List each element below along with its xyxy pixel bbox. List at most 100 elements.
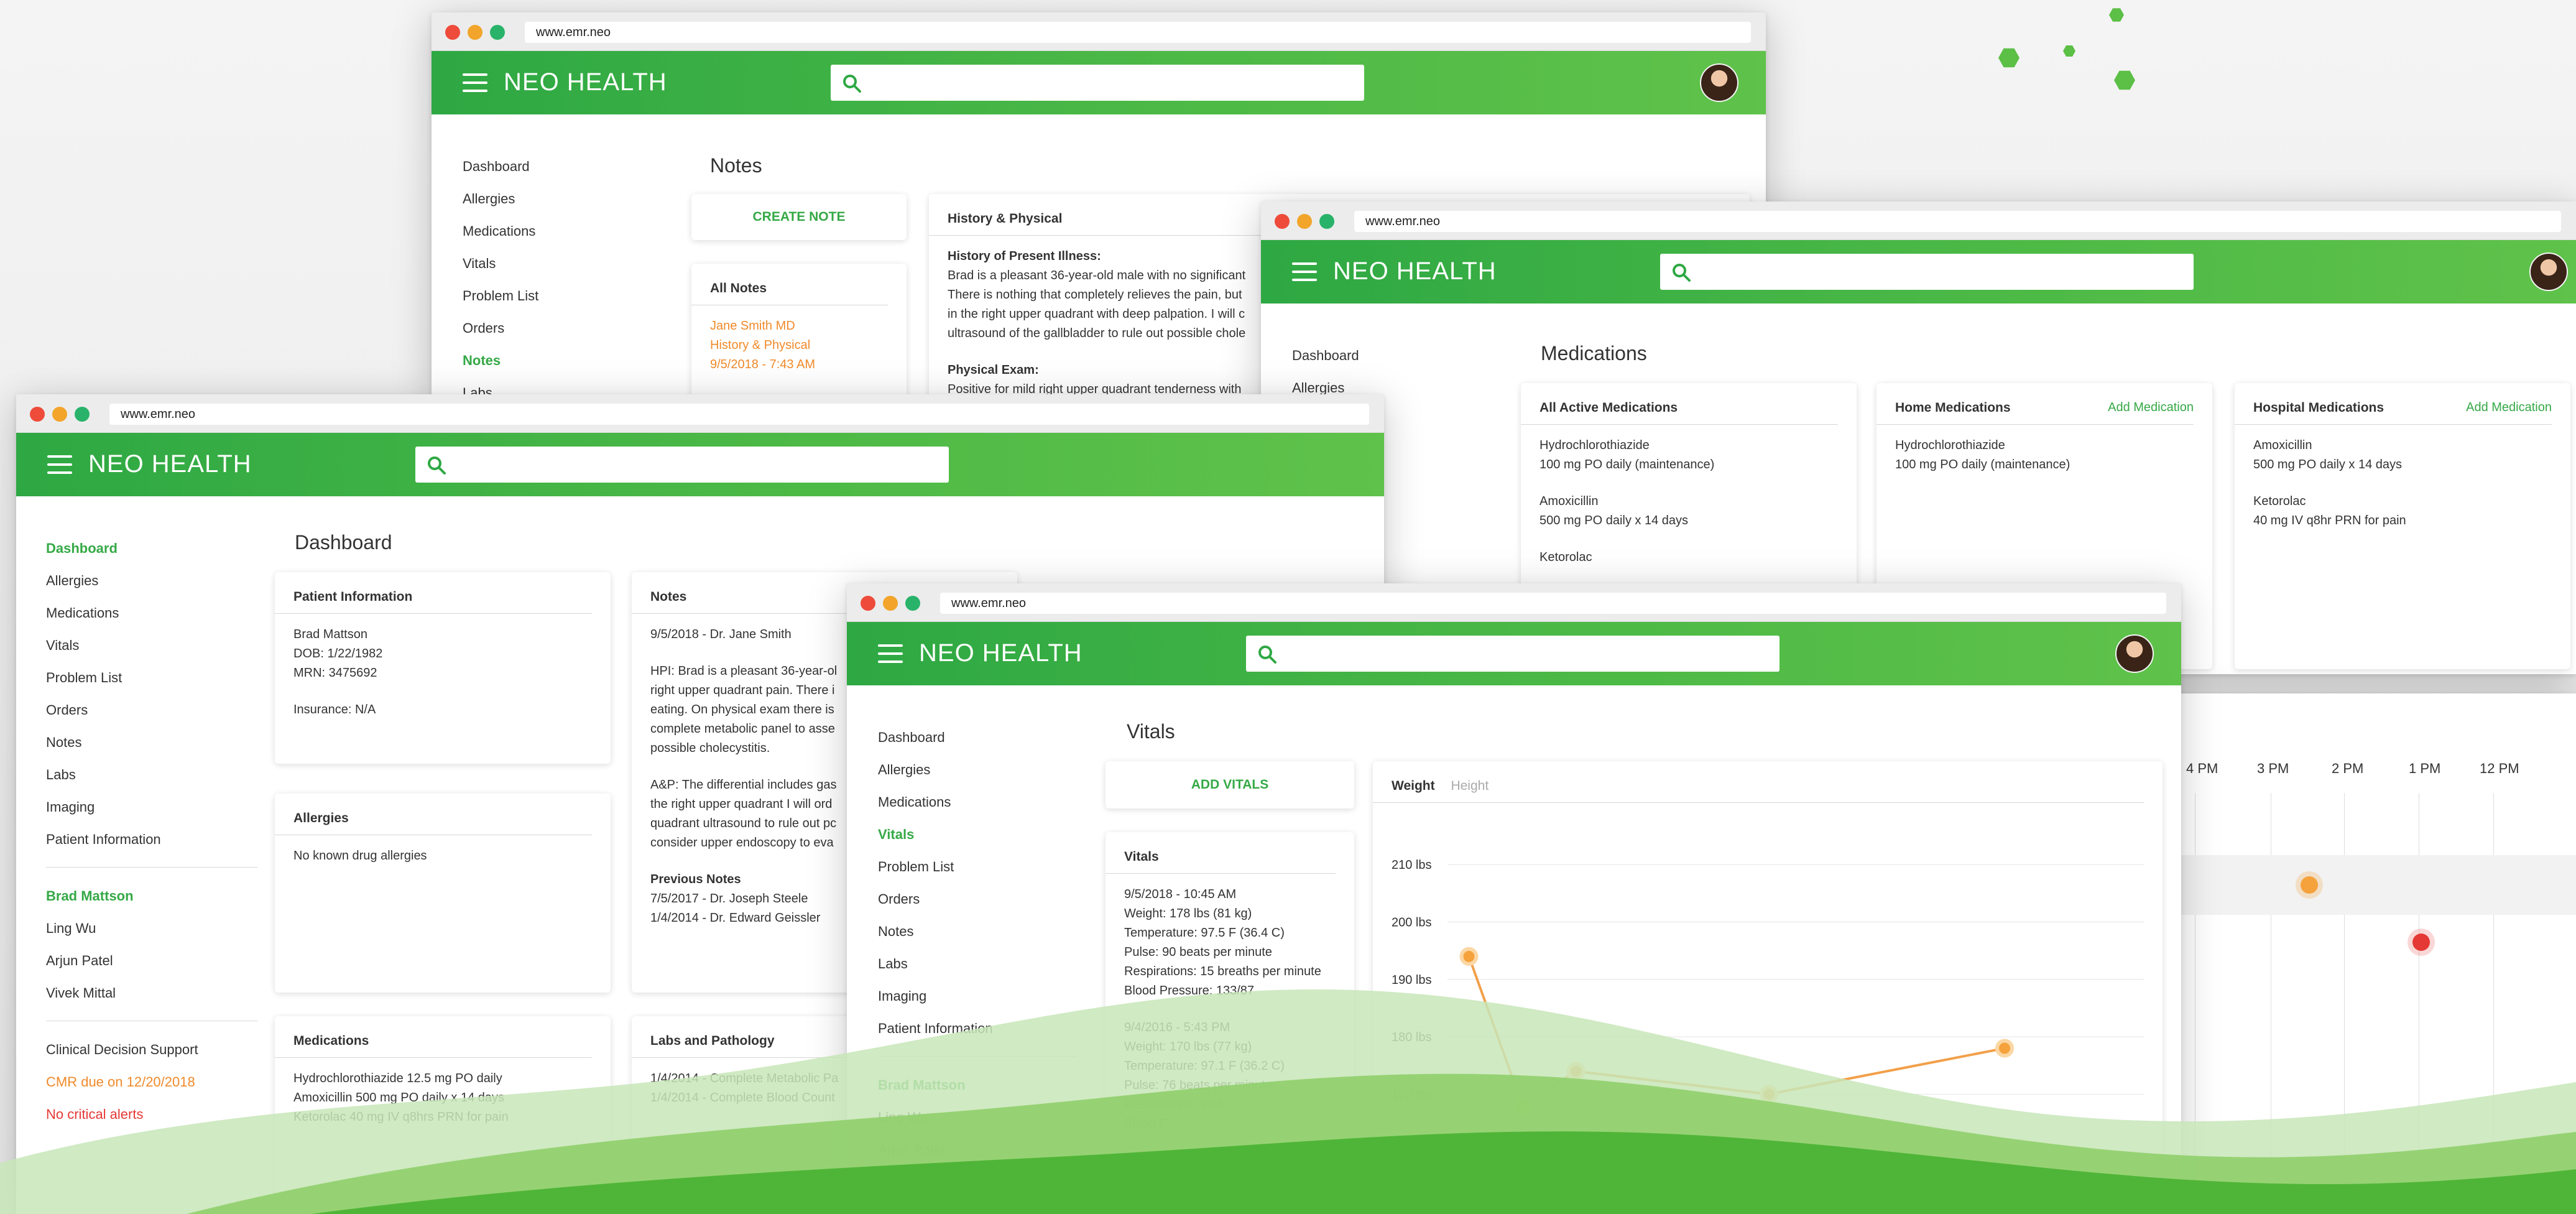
hamburger-menu-icon[interactable] [463,73,487,92]
note-list-item[interactable]: Jane Smith MD History & Physical 9/5/201… [691,305,907,386]
search-input[interactable] [1660,254,2194,290]
close-window-dot[interactable] [445,25,460,40]
close-window-dot[interactable] [30,407,45,422]
sidebar-item-patient-information[interactable]: Patient Information [878,1012,1089,1045]
add-medication-link[interactable]: Add Medication [2108,401,2194,415]
sidebar-item-orders[interactable]: Orders [463,312,674,345]
tab-weight[interactable]: Weight [1392,779,1435,793]
sidebar-item-medications[interactable]: Medications [46,597,257,629]
sidebar-item-notes[interactable]: Notes [878,915,1089,948]
brand-logo: NEO HEALTH [919,639,1083,667]
y-tick-label: 190 lbs [1392,973,1432,987]
card-title: Medications [275,1016,592,1058]
maximize-window-dot[interactable] [75,407,90,422]
maximize-window-dot[interactable] [1319,214,1334,229]
clinical-decision-support-label[interactable]: Clinical Decision Support [46,1034,257,1066]
search-input[interactable] [831,65,1364,101]
sidebar-item-patient-information[interactable]: Patient Information [46,823,257,856]
search-input[interactable] [1246,636,1780,672]
minimize-window-dot[interactable] [1297,214,1312,229]
weight-chart-card: Weight Height 210 lbs 200 lbs 190 lbs 180 l… [1373,761,2163,1214]
sidebar-item-orders[interactable]: Orders [878,883,1089,915]
search-icon [1673,264,1691,282]
minimize-window-dot[interactable] [52,407,67,422]
add-medication-link[interactable]: Add Medication [2466,401,2552,415]
weight-series-line [1467,956,2005,1108]
patient-item-brad-mattson[interactable]: Brad Mattson [878,1069,1089,1101]
patient-item-vivek-mittal[interactable]: Vivek Mittal [878,1166,1089,1198]
note-date: 9/5/2018 - 7:43 AM [710,358,816,371]
patient-item-arjun-patel[interactable]: Arjun Patel [878,1134,1089,1166]
search-input[interactable] [415,447,949,483]
patient-item-ling-wu[interactable]: Ling Wu [46,912,257,945]
hamburger-menu-icon[interactable] [1292,262,1317,281]
hospital-medications-card: Hospital Medications Add Medication Amox… [2235,383,2570,669]
brand-logo: NEO HEALTH [1333,257,1497,285]
patient-item-brad-mattson[interactable]: Brad Mattson [46,880,257,912]
search-icon [1258,646,1276,664]
allergies-text: No known drug allergies [293,849,427,863]
sidebar-item-labs[interactable]: Labs [878,948,1089,980]
sidebar-item-notes[interactable]: Notes [463,345,674,377]
sidebar-item-orders[interactable]: Orders [46,694,257,726]
address-bar[interactable]: www.emr.neo [525,22,1751,43]
card-title: All Active Medications [1521,383,1838,425]
sidebar-item-dashboard[interactable]: Dashboard [878,721,1089,754]
sidebar-item-problem-list[interactable]: Problem List [878,851,1089,883]
timeline-hour-label: 4 PM [2186,761,2218,776]
sidebar-item-vitals[interactable]: Vitals [46,629,257,662]
vitals-entry-date[interactable]: 9/4/2016 - 5:43 PM [1124,1018,1336,1037]
weight-line-chart: 210 lbs 200 lbs 190 lbs 180 lbs 170 lbs 160 l… [1392,858,2144,1159]
sidebar-item-dashboard[interactable]: Dashboard [1292,340,1503,372]
address-bar[interactable]: www.emr.neo [109,404,1369,425]
close-window-dot[interactable] [861,596,875,611]
patient-dob: DOB: 1/22/1982 [293,647,383,660]
sidebar-item-allergies[interactable]: Allergies [463,183,674,215]
patient-item-arjun-patel[interactable]: Arjun Patel [46,945,257,977]
sidebar-item-notes[interactable]: Notes [46,726,257,759]
sidebar-item-dashboard[interactable]: Dashboard [463,151,674,183]
sidebar-item-imaging[interactable]: Imaging [878,980,1089,1012]
sidebar-item-dashboard[interactable]: Dashboard [46,532,257,565]
cmr-due-alert[interactable]: CMR due on 12/20/2018 [46,1066,257,1098]
address-bar[interactable]: www.emr.neo [1354,211,2561,232]
y-tick-label: 160 lbs [1392,1146,1432,1159]
note-author: Jane Smith MD [710,319,795,333]
hamburger-menu-icon[interactable] [878,644,903,663]
timeline-row-band [2126,855,2576,915]
user-avatar[interactable] [1700,63,1738,102]
hamburger-menu-icon[interactable] [47,455,72,474]
sidebar-item-vitals[interactable]: Vitals [463,248,674,280]
sidebar-item-vitals[interactable]: Vitals [878,818,1089,851]
maximize-window-dot[interactable] [490,25,505,40]
sidebar-item-imaging[interactable]: Imaging [46,791,257,823]
sidebar-item-allergies[interactable]: Allergies [878,754,1089,786]
weight-data-point [1513,1096,1532,1115]
timeline-marker-red[interactable] [2412,934,2430,951]
sidebar-item-medications[interactable]: Medications [463,215,674,248]
vitals-window: www.emr.neo NEO HEALTH Dashboard Allergi… [847,583,2181,1214]
address-bar[interactable]: www.emr.neo [940,593,2166,614]
minimize-window-dot[interactable] [883,596,898,611]
patient-item-ling-wu[interactable]: Ling Wu [878,1101,1089,1134]
sidebar-item-problem-list[interactable]: Problem List [463,280,674,312]
sidebar-item-medications[interactable]: Medications [878,786,1089,818]
maximize-window-dot[interactable] [905,596,920,611]
close-window-dot[interactable] [1275,214,1290,229]
page-title: Dashboard [295,531,392,554]
tab-height[interactable]: Height [1451,779,1489,793]
sidebar-item-problem-list[interactable]: Problem List [46,662,257,694]
patient-item-vivek-mittal[interactable]: Vivek Mittal [46,977,257,1009]
vitals-entry-date[interactable]: 9/5/2018 - 10:45 AM [1124,885,1336,904]
medication-line: Hydrochlorothiazide 12.5 mg PO daily [293,1072,502,1085]
medication-dose: 500 mg PO daily x 14 days [1540,514,1689,527]
user-avatar[interactable] [2115,634,2154,673]
medication-name: Amoxicillin [2253,438,2312,452]
create-note-button[interactable]: CREATE NOTE [691,194,907,240]
minimize-window-dot[interactable] [468,25,482,40]
timeline-marker-orange[interactable] [2301,876,2318,894]
user-avatar[interactable] [2529,253,2568,291]
sidebar-item-allergies[interactable]: Allergies [46,565,257,597]
add-vitals-button[interactable]: ADD VITALS [1106,761,1354,809]
sidebar-item-labs[interactable]: Labs [46,759,257,791]
